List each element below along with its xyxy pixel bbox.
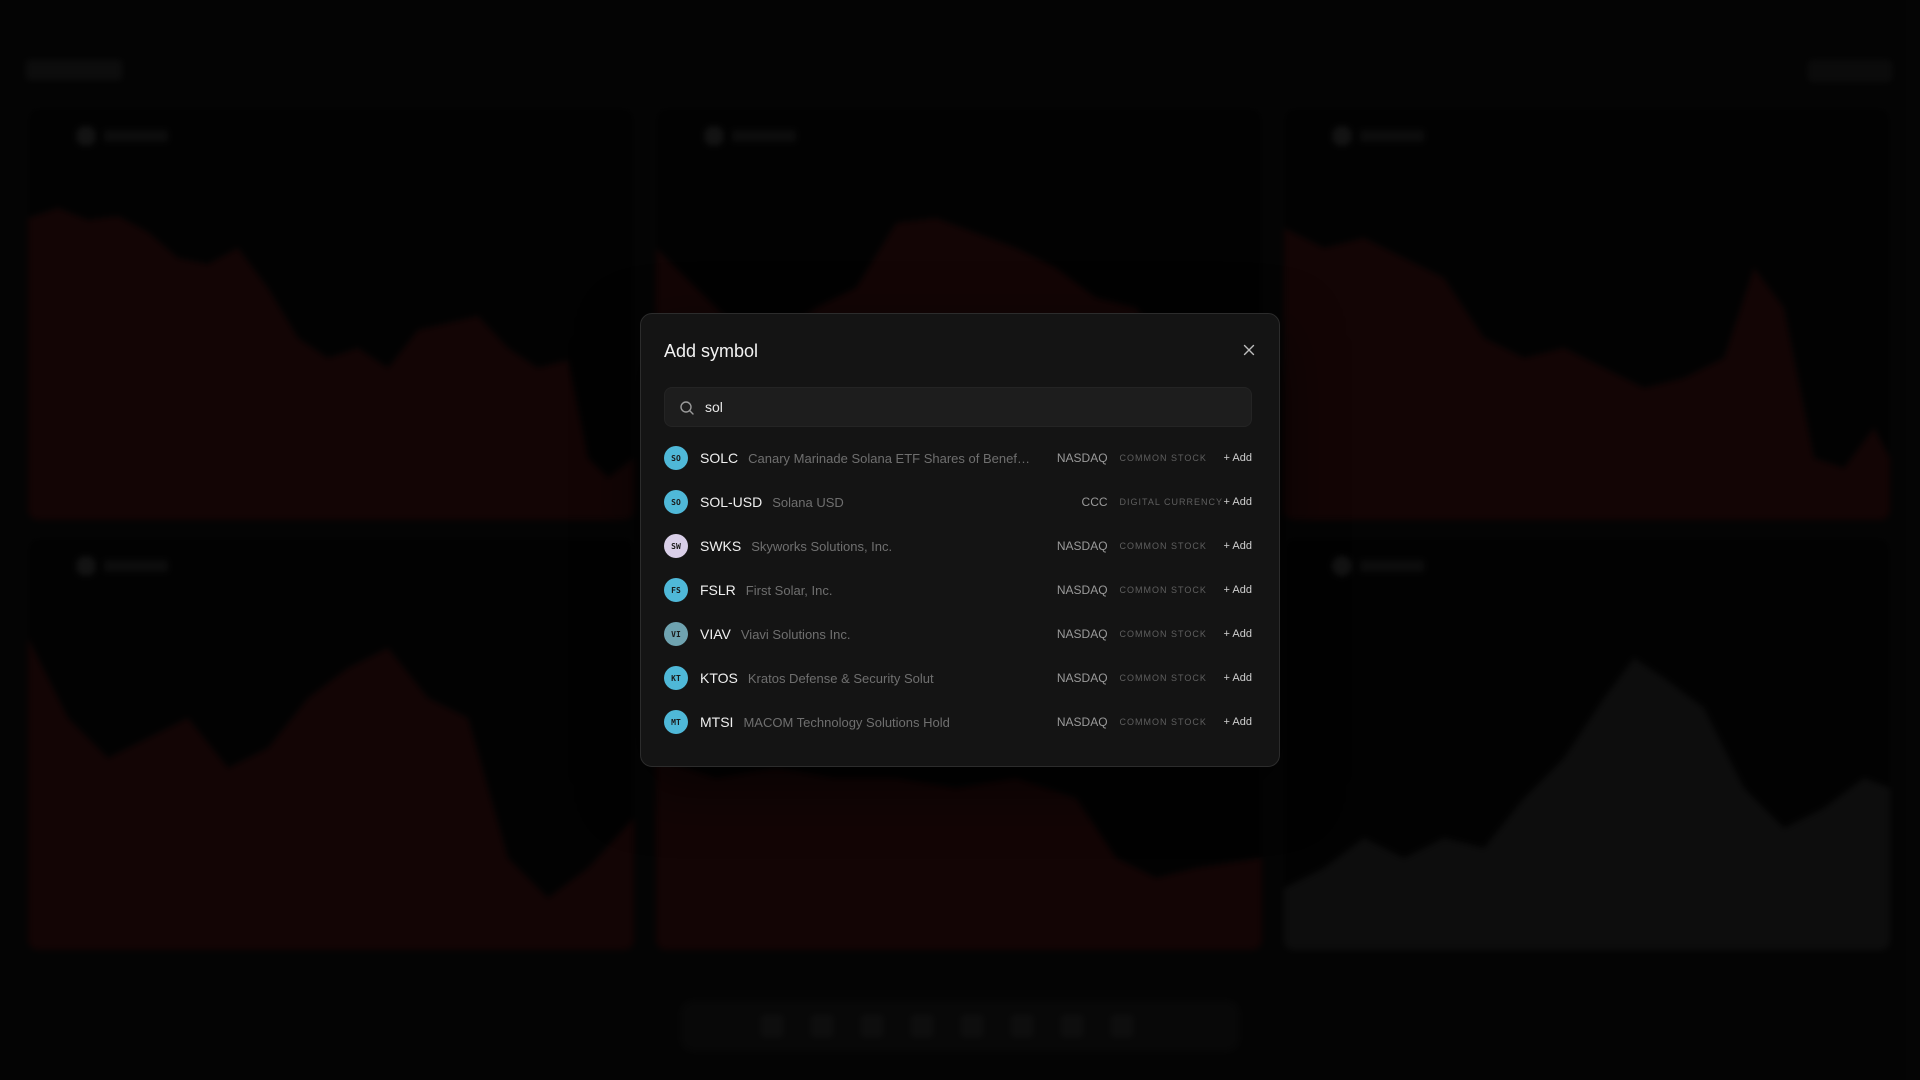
close-icon [1243, 344, 1255, 356]
result-row[interactable]: MT MTSI MACOM Technology Solutions Hold … [664, 700, 1252, 744]
dialog-title: Add symbol [664, 341, 759, 361]
symbol-type: DIGITAL CURRENCY [1119, 497, 1224, 507]
symbol-exchange: NASDAQ [1056, 671, 1108, 685]
symbol-ticker: KTOS [700, 670, 738, 686]
result-row[interactable]: FS FSLR First Solar, Inc. NASDAQ COMMON … [664, 568, 1252, 612]
symbol-name: Kratos Defense & Security Solut [747, 670, 934, 686]
symbol-avatar: VI [664, 622, 688, 646]
result-row[interactable]: SO SOL-USD Solana USD CCC DIGITAL CURREN… [664, 480, 1252, 524]
symbol-name: Solana USD [772, 494, 844, 510]
symbol-type: COMMON STOCK [1119, 717, 1207, 727]
search-icon [680, 401, 694, 415]
symbol-ticker: MTSI [700, 714, 734, 730]
add-symbol-dialog: Add symbol SO SOLC Canary Marinade Solan… [640, 313, 1280, 767]
symbol-exchange: NASDAQ [1056, 715, 1108, 729]
symbol-avatar: SO [664, 446, 688, 470]
symbol-ticker: SWKS [700, 538, 742, 554]
add-symbol-button[interactable]: + Add [1224, 452, 1252, 464]
symbol-type: COMMON STOCK [1119, 673, 1207, 683]
symbol-avatar: KT [664, 666, 688, 690]
add-symbol-button[interactable]: + Add [1224, 540, 1252, 552]
symbol-name: First Solar, Inc. [745, 582, 833, 598]
add-symbol-button[interactable]: + Add [1224, 672, 1252, 684]
result-row[interactable]: VI VIAV Viavi Solutions Inc. NASDAQ COMM… [664, 612, 1252, 656]
search-input[interactable] [705, 388, 1235, 426]
symbol-type: COMMON STOCK [1119, 585, 1207, 595]
symbol-exchange: NASDAQ [1056, 627, 1108, 641]
add-symbol-button[interactable]: + Add [1224, 716, 1252, 728]
symbol-type: COMMON STOCK [1119, 629, 1207, 639]
symbol-exchange: CCC [1081, 495, 1108, 509]
symbol-name: Viavi Solutions Inc. [740, 626, 851, 642]
result-row[interactable]: SW SWKS Skyworks Solutions, Inc. NASDAQ … [664, 524, 1252, 568]
symbol-type: COMMON STOCK [1119, 541, 1207, 551]
search-results-list: SO SOLC Canary Marinade Solana ETF Share… [664, 436, 1252, 744]
symbol-exchange: NASDAQ [1056, 539, 1108, 553]
result-row[interactable]: SO SOLC Canary Marinade Solana ETF Share… [664, 436, 1252, 480]
symbol-exchange: NASDAQ [1056, 451, 1108, 465]
symbol-avatar: SO [664, 490, 688, 514]
symbol-name: Skyworks Solutions, Inc. [751, 538, 893, 554]
add-symbol-button[interactable]: + Add [1224, 496, 1252, 508]
symbol-name: MACOM Technology Solutions Hold [743, 714, 950, 730]
symbol-ticker: FSLR [700, 582, 736, 598]
close-button[interactable] [1241, 342, 1257, 358]
symbol-avatar: SW [664, 534, 688, 558]
symbol-type: COMMON STOCK [1119, 453, 1207, 463]
symbol-ticker: VIAV [700, 626, 731, 642]
result-row[interactable]: KT KTOS Kratos Defense & Security Solut … [664, 656, 1252, 700]
symbol-ticker: SOLC [700, 450, 739, 466]
search-box[interactable] [664, 387, 1252, 427]
symbol-avatar: FS [664, 578, 688, 602]
symbol-exchange: NASDAQ [1056, 583, 1108, 597]
symbol-name: Canary Marinade Solana ETF Shares of Ben… [748, 450, 1031, 466]
symbol-ticker: SOL-USD [700, 494, 763, 510]
add-symbol-button[interactable]: + Add [1224, 584, 1252, 596]
symbol-avatar: MT [664, 710, 688, 734]
add-symbol-button[interactable]: + Add [1224, 628, 1252, 640]
